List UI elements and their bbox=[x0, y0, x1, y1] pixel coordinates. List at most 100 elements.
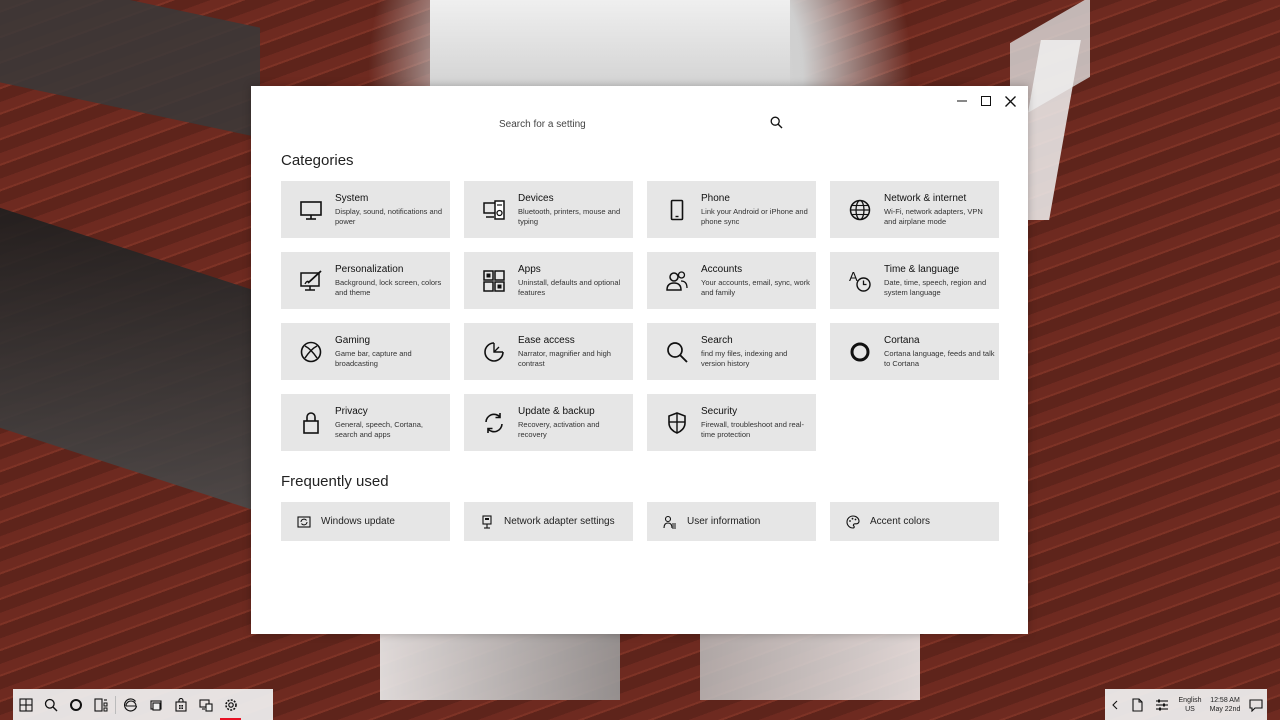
category-title: Accounts bbox=[701, 263, 743, 275]
category-desc: Wi-Fi, network adapters, VPN and airplan… bbox=[884, 206, 983, 227]
search-icon[interactable] bbox=[770, 116, 783, 134]
settings-window: Categories System Display, sound, notific… bbox=[251, 86, 1028, 634]
settings-search bbox=[491, 112, 783, 136]
maximize-icon bbox=[981, 96, 991, 106]
user-info-icon bbox=[663, 515, 677, 529]
minimize-button[interactable] bbox=[950, 92, 974, 110]
cortana-icon bbox=[69, 698, 82, 711]
xbox-icon bbox=[299, 340, 323, 364]
cortana-button[interactable] bbox=[63, 689, 88, 720]
svg-text:A: A bbox=[849, 269, 858, 284]
clock[interactable]: 12:58 AM May 22nd bbox=[1205, 696, 1245, 714]
start-button[interactable] bbox=[13, 689, 38, 720]
category-title: Time & language bbox=[884, 263, 960, 275]
category-desc: Background, lock screen, colors and them… bbox=[335, 277, 442, 298]
shortcut-label: Accent colors bbox=[870, 516, 931, 527]
language-indicator[interactable]: English US bbox=[1175, 696, 1205, 714]
category-system[interactable]: System Display, sound, notifications and … bbox=[281, 181, 450, 238]
close-icon bbox=[1004, 95, 1016, 107]
wallpaper-building bbox=[0, 0, 260, 138]
language-region: US bbox=[1185, 705, 1195, 713]
ethernet-icon bbox=[480, 514, 494, 529]
store-icon bbox=[174, 697, 187, 712]
settings-button[interactable] bbox=[218, 689, 243, 720]
lock-icon bbox=[299, 411, 323, 435]
notifications-button[interactable] bbox=[1245, 689, 1267, 720]
category-update-backup[interactable]: Update & backup Recovery, activation and … bbox=[464, 394, 633, 451]
wallpaper-sky bbox=[430, 0, 790, 90]
window-controls bbox=[950, 92, 1022, 110]
maximize-button[interactable] bbox=[974, 92, 998, 110]
quick-settings-button[interactable] bbox=[1149, 689, 1175, 720]
shortcut-user-information[interactable]: User information bbox=[647, 502, 816, 541]
edge-button[interactable] bbox=[118, 689, 143, 720]
category-desc: General, speech, Cortana, search and app… bbox=[335, 419, 423, 440]
category-desc: Bluetooth, printers, mouse and typing bbox=[518, 206, 621, 227]
wallpaper-building bbox=[0, 207, 260, 513]
category-apps[interactable]: Apps Uninstall, defaults and optional fea… bbox=[464, 252, 633, 309]
minimize-icon bbox=[957, 100, 967, 102]
category-title: Phone bbox=[701, 192, 730, 204]
search-input[interactable] bbox=[491, 117, 751, 131]
paint-icon bbox=[299, 269, 323, 293]
device-manager-icon bbox=[198, 698, 213, 712]
shortcut-network-adapter[interactable]: Network adapter settings bbox=[464, 502, 633, 541]
file-tray-button[interactable] bbox=[1125, 689, 1149, 720]
category-title: Update & backup bbox=[518, 405, 595, 417]
devices-icon bbox=[482, 198, 506, 222]
apps-icon bbox=[482, 269, 506, 293]
categories-grid: System Display, sound, notifications and … bbox=[281, 181, 999, 451]
category-title: Apps bbox=[518, 263, 541, 275]
store-button[interactable] bbox=[168, 689, 193, 720]
category-personalization[interactable]: Personalization Background, lock screen, … bbox=[281, 252, 450, 309]
category-ease-access[interactable]: Ease access Narrator, magnifier and high … bbox=[464, 323, 633, 380]
show-hidden-icons-button[interactable] bbox=[1105, 689, 1125, 720]
edge-icon bbox=[123, 697, 137, 712]
category-devices[interactable]: Devices Bluetooth, printers, mouse and ty… bbox=[464, 181, 633, 238]
accounts-icon bbox=[665, 269, 689, 293]
frequently-used-list: Windows update Network adapter settings … bbox=[281, 502, 999, 541]
search-icon bbox=[665, 340, 689, 364]
category-desc: Cortana language, feeds and talk to Cort… bbox=[884, 348, 995, 369]
category-cortana[interactable]: Cortana Cortana language, feeds and talk … bbox=[830, 323, 999, 380]
category-time-language[interactable]: A Time & language Date, time, speech, reg… bbox=[830, 252, 999, 309]
category-desc: Narrator, magnifier and high contrast bbox=[518, 348, 611, 369]
category-security[interactable]: Security Firewall, troubleshoot and real-… bbox=[647, 394, 816, 451]
explorer-button[interactable] bbox=[143, 689, 168, 720]
category-title: Network & internet bbox=[884, 192, 967, 204]
category-accounts[interactable]: Accounts Your accounts, email, sync, work… bbox=[647, 252, 816, 309]
category-title: Search bbox=[701, 334, 733, 346]
taskbar-search-button[interactable] bbox=[38, 689, 63, 720]
category-desc: Firewall, troubleshoot and real-time pro… bbox=[701, 419, 804, 440]
language-name: English bbox=[1178, 696, 1202, 704]
shortcut-windows-update[interactable]: Windows update bbox=[281, 502, 450, 541]
category-title: Personalization bbox=[335, 263, 404, 275]
shortcut-accent-colors[interactable]: Accent colors bbox=[830, 502, 999, 541]
phone-icon bbox=[665, 198, 689, 222]
category-search[interactable]: Search find my files, indexing and versio… bbox=[647, 323, 816, 380]
notification-icon bbox=[1249, 698, 1263, 712]
category-phone[interactable]: Phone Link your Android or iPhone and pho… bbox=[647, 181, 816, 238]
category-desc: Display, sound, notifications and power bbox=[335, 206, 443, 227]
category-desc: Your accounts, email, sync, work and fam… bbox=[701, 277, 810, 298]
task-view-button[interactable] bbox=[88, 689, 113, 720]
category-desc: Date, time, speech, region and system la… bbox=[884, 277, 987, 298]
category-title: System bbox=[335, 192, 369, 204]
clock-date: May 22nd bbox=[1209, 705, 1241, 713]
category-privacy[interactable]: Privacy General, speech, Cortana, search … bbox=[281, 394, 450, 451]
document-icon bbox=[1131, 697, 1143, 712]
category-title: Gaming bbox=[335, 334, 371, 346]
close-button[interactable] bbox=[998, 92, 1022, 110]
task-view-icon bbox=[93, 697, 107, 712]
category-network[interactable]: Network & internet Wi-Fi, network adapter… bbox=[830, 181, 999, 238]
palette-icon bbox=[846, 514, 860, 529]
category-title: Ease access bbox=[518, 334, 575, 346]
device-manager-button[interactable] bbox=[193, 689, 218, 720]
shield-icon bbox=[665, 411, 689, 435]
categories-heading: Categories bbox=[281, 152, 354, 169]
explorer-icon bbox=[149, 699, 162, 711]
start-icon bbox=[18, 697, 33, 712]
category-gaming[interactable]: Gaming Game bar, capture and broadcasting bbox=[281, 323, 450, 380]
time-language-icon: A bbox=[848, 269, 872, 293]
category-desc: Game bar, capture and broadcasting bbox=[335, 348, 412, 369]
